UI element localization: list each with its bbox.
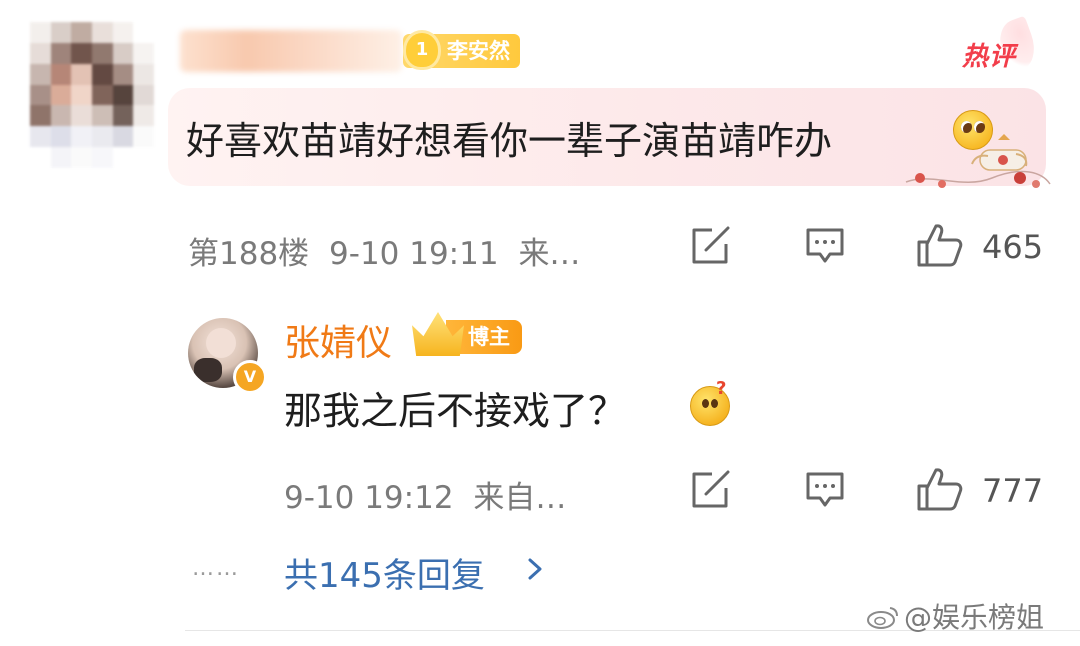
reply-like-count: 777 [982,472,1044,510]
hot-comment-tag: 热评 [962,42,1017,72]
comment-source[interactable]: 来… [518,236,580,272]
repost-icon[interactable] [690,226,732,266]
thread-dots: …… [192,556,240,581]
reply-meta: 9-10 19:12 来自… [284,472,566,517]
reply-text: 那我之后不接戏了？ [284,389,627,433]
view-replies-link[interactable]: 共145条回复 [284,548,485,597]
comment-time: 9-10 19:11 [329,236,499,272]
chevron-right-icon[interactable] [522,552,548,586]
fan-level-medal: 1 [403,30,441,70]
commenter-name-redacted[interactable] [180,30,402,72]
comment-like-count: 465 [982,228,1044,266]
commenter-avatar[interactable] [30,22,154,168]
comment-meta: 第188楼 9-10 19:11 来… [188,228,580,273]
reply-comment-icon[interactable] [804,470,846,510]
emoji-question-mark: ? [716,378,727,399]
reply-source[interactable]: 来自… [473,480,566,516]
crown-icon [412,312,464,356]
reply-time: 9-10 19:12 [284,480,454,516]
comment-text: 好喜欢苗靖好想看你一辈子演苗靖咋办 [186,119,833,163]
reply-author-name[interactable]: 张婧仪 [284,314,392,366]
like-icon[interactable] [916,222,964,268]
reply-repost-icon[interactable] [690,470,732,510]
verified-badge: V [233,360,267,394]
comment-icon[interactable] [804,226,846,266]
bubble-decoration [905,134,1051,188]
comment-floor: 第188楼 [188,236,310,272]
weibo-logo-icon [867,607,898,629]
watermark-text: @娱乐榜姐 [904,601,1045,634]
reply-like-icon[interactable] [916,466,964,512]
